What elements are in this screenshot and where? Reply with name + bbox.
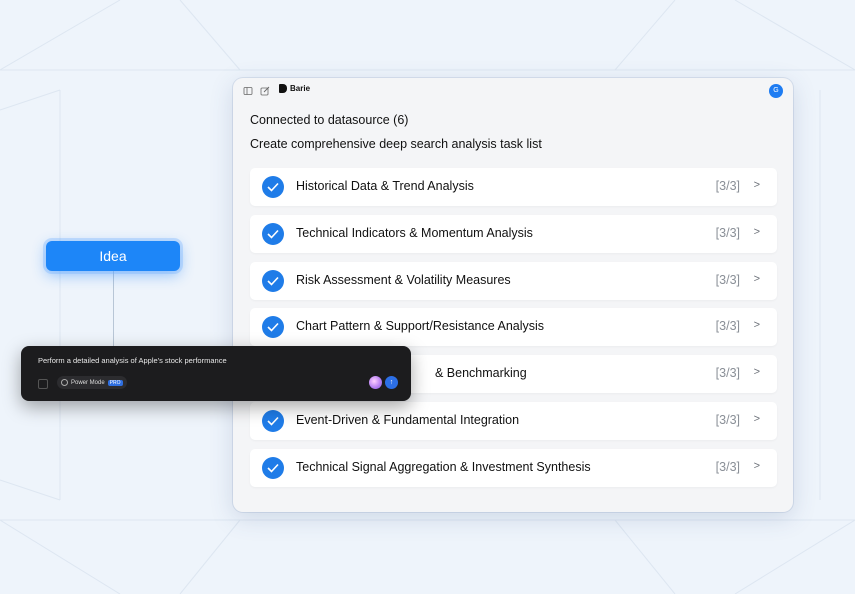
- task-label: Technical Signal Aggregation & Investmen…: [296, 460, 591, 474]
- status-line: Connected to datasource (6): [250, 113, 409, 127]
- chevron-right-icon[interactable]: >: [754, 319, 760, 331]
- mode-icon: [61, 379, 68, 386]
- chevron-right-icon[interactable]: >: [754, 460, 760, 472]
- brand-name: Barie: [290, 84, 311, 93]
- chevron-right-icon[interactable]: >: [754, 366, 760, 378]
- task-label: & Benchmarking: [435, 366, 527, 380]
- chevron-right-icon[interactable]: >: [754, 179, 760, 191]
- chevron-right-icon[interactable]: >: [754, 226, 760, 238]
- send-button[interactable]: ↑: [385, 376, 398, 389]
- task-label: Risk Assessment & Volatility Measures: [296, 273, 511, 287]
- pro-badge: PRO: [107, 379, 123, 386]
- mode-toggle[interactable]: Power Mode PRO: [57, 376, 127, 389]
- task-count: [3/3]: [715, 273, 740, 287]
- task-count: [3/3]: [715, 226, 740, 240]
- connector-line: [113, 271, 114, 347]
- check-icon: [262, 316, 284, 338]
- chevron-right-icon[interactable]: >: [754, 413, 760, 425]
- sidebar-toggle-icon[interactable]: [243, 86, 253, 96]
- window-toolbar: Barie G: [233, 78, 793, 104]
- task-label: Chart Pattern & Support/Resistance Analy…: [296, 319, 545, 333]
- prompt-input[interactable]: Perform a detailed analysis of Apple's s…: [38, 356, 227, 365]
- brand-mark-icon: [279, 84, 287, 93]
- idea-node[interactable]: Idea: [46, 241, 180, 271]
- task-item[interactable]: Technical Signal Aggregation & Investmen…: [250, 449, 777, 487]
- mode-label: Power Mode: [71, 379, 105, 386]
- new-chat-icon[interactable]: [260, 86, 270, 96]
- task-item[interactable]: Technical Indicators & Momentum Analysis…: [250, 215, 777, 253]
- task-count: [3/3]: [715, 179, 740, 193]
- task-count: [3/3]: [715, 319, 740, 333]
- task-list-heading: Create comprehensive deep search analysi…: [250, 137, 542, 151]
- prompt-panel: Perform a detailed analysis of Apple's s…: [21, 346, 411, 401]
- task-item[interactable]: Chart Pattern & Support/Resistance Analy…: [250, 308, 777, 346]
- avatar[interactable]: G: [769, 84, 783, 98]
- task-item[interactable]: Historical Data & Trend Analysis [3/3] >: [250, 168, 777, 206]
- check-icon: [262, 457, 284, 479]
- task-item[interactable]: Event-Driven & Fundamental Integration […: [250, 402, 777, 440]
- task-count: [3/3]: [715, 413, 740, 427]
- check-icon: [262, 223, 284, 245]
- task-label: Technical Indicators & Momentum Analysis: [296, 226, 533, 240]
- check-icon: [262, 410, 284, 432]
- task-label: Event-Driven & Fundamental Integration: [296, 413, 520, 427]
- task-count: [3/3]: [715, 366, 740, 380]
- chevron-right-icon[interactable]: >: [754, 273, 760, 285]
- check-icon: [262, 176, 284, 198]
- task-label: Historical Data & Trend Analysis: [296, 179, 474, 193]
- brand-logo: Barie: [279, 84, 310, 93]
- voice-orb-icon[interactable]: [369, 376, 382, 389]
- app-window: Barie G Connected to datasource (6) Crea…: [233, 78, 793, 512]
- check-icon: [262, 270, 284, 292]
- attach-icon[interactable]: [38, 379, 48, 389]
- task-count: [3/3]: [715, 460, 740, 474]
- task-item[interactable]: Risk Assessment & Volatility Measures [3…: [250, 262, 777, 300]
